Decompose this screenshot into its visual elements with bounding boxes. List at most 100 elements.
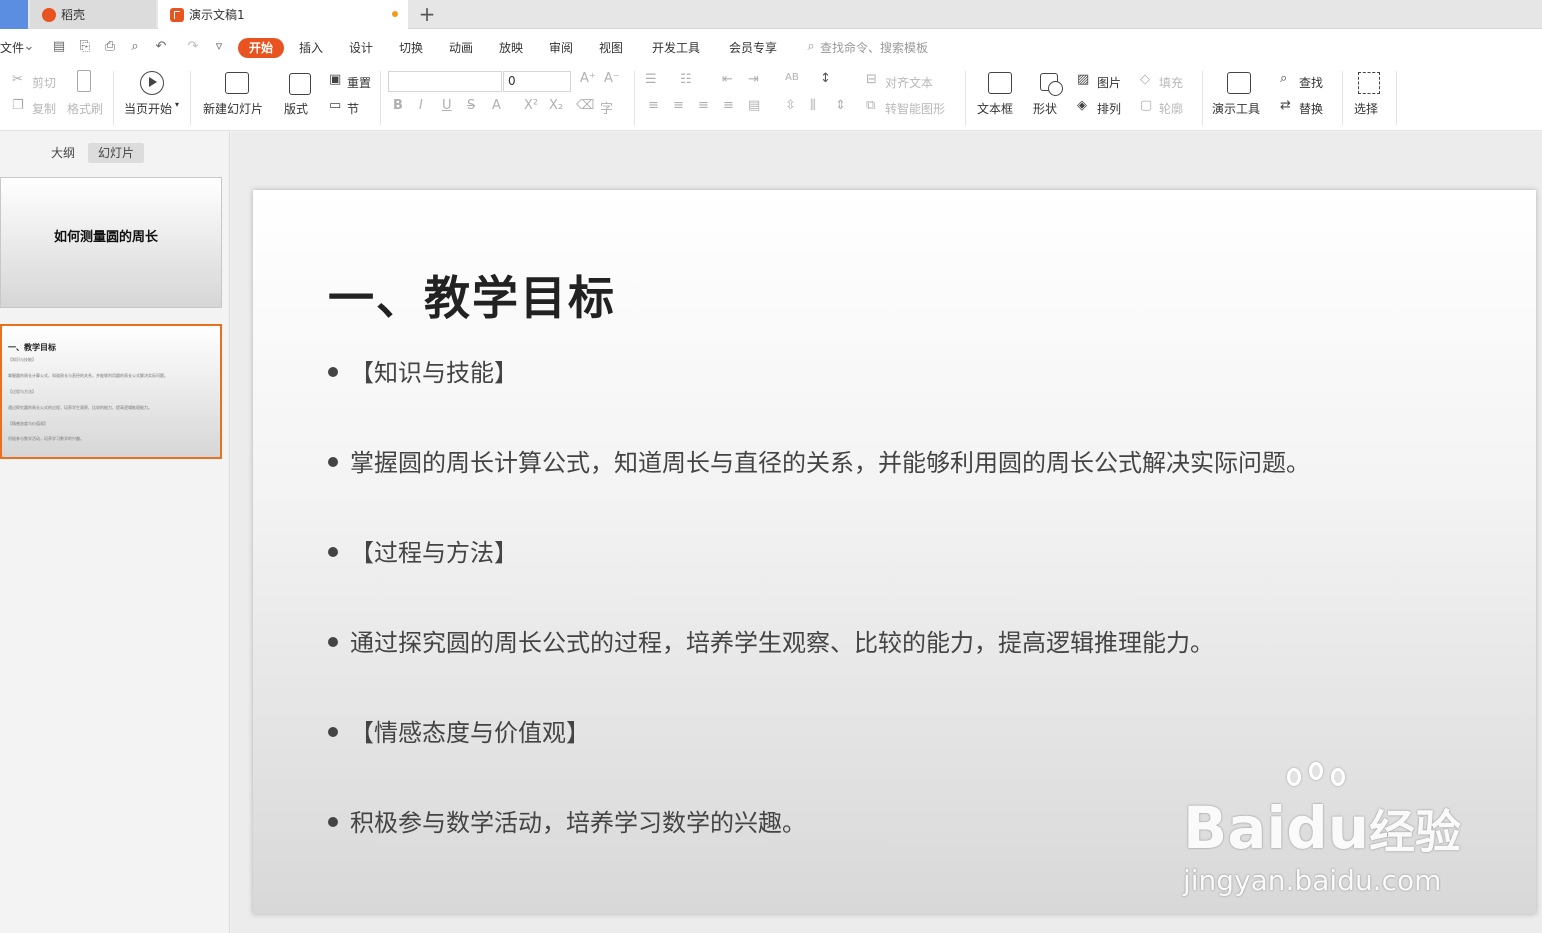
outline-button[interactable]: 轮廓 bbox=[1159, 100, 1183, 117]
justify-icon[interactable]: ≡ bbox=[723, 98, 734, 113]
bullet-text: 积极参与数学活动，培养学习数学的兴趣。 bbox=[350, 809, 806, 837]
menu-review[interactable]: 审阅 bbox=[549, 39, 573, 56]
play-dropdown-icon[interactable]: ▾ bbox=[175, 100, 179, 109]
align-center-icon[interactable]: ≡ bbox=[673, 98, 684, 113]
menu-transitions[interactable]: 切换 bbox=[399, 39, 423, 56]
paragraph-spacing-icon[interactable]: ⇳ bbox=[785, 98, 796, 113]
print-preview-icon[interactable]: ⌕ bbox=[128, 40, 142, 54]
format-painter-button[interactable]: 格式刷 bbox=[67, 100, 103, 117]
bullet-dot bbox=[328, 547, 338, 557]
slide-thumbnail-line: 通过探究圆的周长公式的过程，培养学生观察、比较的能力，提高逻辑推理能力。 bbox=[8, 405, 152, 410]
section-icon: ▭ bbox=[329, 98, 342, 113]
menu-home[interactable]: 开始 bbox=[238, 38, 284, 58]
slide-thumbnail-2[interactable]: 一、教学目标 【知识与技能】 掌握圆的周长计算公式，知道周长与直径的关系，并能够… bbox=[0, 324, 222, 459]
font-color-icon[interactable]: A bbox=[492, 98, 501, 113]
separator bbox=[113, 71, 114, 125]
bold-icon[interactable]: B bbox=[393, 98, 403, 113]
new-slide-button[interactable]: 新建幻灯片 bbox=[203, 100, 263, 117]
indent-icon[interactable]: ⇥ bbox=[748, 72, 759, 87]
italic-icon[interactable]: I bbox=[419, 98, 423, 113]
line-spacing-icon[interactable]: ↕ bbox=[820, 71, 831, 86]
slide-thumbnail-1[interactable]: 如何测量圆的周长 bbox=[0, 177, 222, 308]
cut-button[interactable]: 剪切 bbox=[32, 74, 56, 91]
layout-icon bbox=[289, 73, 311, 95]
menu-design[interactable]: 设计 bbox=[349, 39, 373, 56]
copy-button[interactable]: 复制 bbox=[32, 100, 56, 117]
export-icon[interactable]: ⎘ bbox=[78, 40, 92, 54]
print-icon[interactable]: ⎙ bbox=[103, 40, 117, 54]
underline-icon[interactable]: U bbox=[442, 98, 452, 113]
menu-animation[interactable]: 动画 bbox=[449, 39, 473, 56]
font-name-select[interactable] bbox=[388, 71, 502, 92]
outdent-icon[interactable]: ⇤ bbox=[722, 72, 733, 87]
decrease-font-icon[interactable]: A⁻ bbox=[604, 71, 620, 86]
phonetic-guide-icon[interactable]: 字 bbox=[600, 98, 613, 117]
align-left-icon[interactable]: ≡ bbox=[648, 98, 659, 113]
font-size-select[interactable]: 0 bbox=[503, 71, 571, 92]
play-icon bbox=[140, 71, 164, 95]
smart-shape-icon: ⧉ bbox=[866, 98, 876, 113]
arrange-button[interactable]: 排列 bbox=[1097, 100, 1121, 117]
command-search[interactable]: 查找命令、搜索模板 bbox=[820, 39, 928, 56]
watermark-cn: 经验 bbox=[1369, 805, 1462, 859]
menu-slideshow[interactable]: 放映 bbox=[499, 39, 523, 56]
superscript-icon[interactable]: X² bbox=[524, 98, 538, 113]
align-text-icon: ⊟ bbox=[866, 72, 877, 87]
reset-button[interactable]: 重置 bbox=[347, 74, 371, 91]
bullet-text: 通过探究圆的周长公式的过程，培养学生观察、比较的能力，提高逻辑推理能力。 bbox=[350, 629, 1214, 657]
shape-button[interactable]: 形状 bbox=[1033, 100, 1057, 117]
menu-member[interactable]: 会员专享 bbox=[729, 39, 777, 56]
slide-bullet[interactable]: 【知识与技能】 bbox=[328, 353, 518, 388]
find-button[interactable]: 查找 bbox=[1299, 74, 1323, 91]
menu-insert[interactable]: 插入 bbox=[299, 39, 323, 56]
text-box-button[interactable]: 文本框 bbox=[977, 100, 1013, 117]
slide-title[interactable]: 一、教学目标 bbox=[328, 262, 616, 328]
section-button[interactable]: 节 bbox=[347, 100, 359, 117]
redo-icon[interactable]: ↷ bbox=[186, 40, 200, 54]
slide-thumbnail-line: 掌握圆的周长计算公式，知道周长与直径的关系，并能够利用圆的周长公式解决实际问题。 bbox=[8, 373, 168, 378]
chevron-down-icon[interactable]: ⌄ bbox=[22, 40, 36, 54]
bullet-dot bbox=[328, 457, 338, 467]
picture-button[interactable]: 图片 bbox=[1097, 74, 1121, 91]
tab-bar: 稻壳 演示文稿1 + bbox=[0, 0, 1542, 29]
slide-bullet[interactable]: 积极参与数学活动，培养学习数学的兴趣。 bbox=[328, 803, 806, 838]
tab-home[interactable] bbox=[0, 0, 28, 29]
layout-button[interactable]: 版式 bbox=[284, 100, 308, 117]
daoke-icon bbox=[42, 7, 56, 22]
find-icon: ⌕ bbox=[1280, 71, 1288, 86]
text-direction-icon[interactable]: AB bbox=[785, 72, 799, 83]
slide-bullet[interactable]: 通过探究圆的周长公式的过程，培养学生观察、比较的能力，提高逻辑推理能力。 bbox=[328, 623, 1214, 658]
increase-font-icon[interactable]: A⁺ bbox=[580, 71, 596, 86]
menu-developer[interactable]: 开发工具 bbox=[652, 39, 700, 56]
tab-slides[interactable]: 幻灯片 bbox=[88, 143, 145, 163]
tab-outline[interactable]: 大纲 bbox=[41, 143, 85, 163]
tab-daoke-label: 稻壳 bbox=[61, 8, 86, 22]
replace-button[interactable]: 替换 bbox=[1299, 100, 1323, 117]
slide-bullet[interactable]: 掌握圆的周长计算公式，知道周长与直径的关系，并能够利用圆的周长公式解决实际问题。 bbox=[328, 443, 1310, 478]
new-tab-button[interactable]: + bbox=[417, 3, 437, 25]
fill-button[interactable]: 填充 bbox=[1159, 74, 1183, 91]
slide-bullet[interactable]: 【过程与方法】 bbox=[328, 533, 518, 568]
numbered-list-icon[interactable]: ☷ bbox=[680, 72, 692, 87]
play-from-current-button[interactable]: 当页开始 bbox=[124, 100, 172, 117]
clear-format-icon[interactable]: ⌫ bbox=[576, 98, 594, 113]
strikethrough-icon[interactable]: S bbox=[467, 98, 475, 113]
slide-bullet[interactable]: 【情感态度与价值观】 bbox=[328, 713, 590, 748]
distribute-icon[interactable]: ▤ bbox=[748, 98, 760, 113]
bullet-list-icon[interactable]: ☰ bbox=[645, 72, 657, 87]
presentation-tools-button[interactable]: 演示工具 bbox=[1212, 100, 1260, 117]
save-icon[interactable]: ▤ bbox=[52, 40, 66, 54]
select-button[interactable]: 选择 bbox=[1354, 100, 1378, 117]
columns-icon[interactable]: ⫼ bbox=[810, 98, 816, 113]
menu-file[interactable]: 文件 bbox=[0, 39, 24, 56]
menu-view[interactable]: 视图 bbox=[599, 39, 623, 56]
align-right-icon[interactable]: ≡ bbox=[698, 98, 709, 113]
tab-daoke[interactable]: 稻壳 bbox=[30, 0, 156, 29]
line-height-icon[interactable]: ⇕ bbox=[835, 98, 846, 113]
subscript-icon[interactable]: X₂ bbox=[549, 98, 563, 113]
customize-icon[interactable]: ▿ bbox=[212, 40, 226, 54]
undo-icon[interactable]: ↶ bbox=[154, 40, 168, 54]
align-text-button[interactable]: 对齐文本 bbox=[885, 74, 933, 91]
smart-shape-button[interactable]: 转智能图形 bbox=[885, 100, 945, 117]
tab-document[interactable]: 演示文稿1 bbox=[158, 0, 408, 29]
